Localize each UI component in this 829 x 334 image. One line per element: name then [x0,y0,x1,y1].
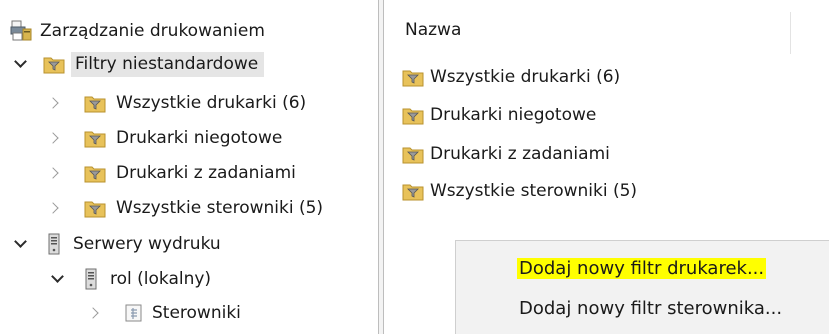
list-item[interactable]: Wszystkie sterowniki (5) [402,177,637,205]
tree-item-filter[interactable]: Wszystkie sterowniki (5) [48,193,323,223]
drivers-icon [124,302,144,324]
tree-item-label: Serwery wydruku [73,234,221,254]
chevron-down-icon[interactable] [50,271,66,287]
list-item[interactable]: Drukarki z zadaniami [402,140,610,168]
filter-folder-icon [402,180,424,202]
tree-item-custom-filters[interactable]: Filtry niestandardowe [13,49,265,79]
tree-item-local-server[interactable]: rol (lokalny) [50,264,211,294]
list-item-label: Wszystkie drukarki (6) [430,67,621,87]
list-item-label: Drukarki z zadaniami [430,144,610,164]
chevron-down-icon[interactable] [13,56,29,72]
menu-item-add-printer-filter[interactable]: Dodaj nowy filtr drukarek... [517,258,767,279]
menu-item-label: Dodaj nowy filtr drukarek... [517,258,767,279]
chevron-right-icon[interactable] [48,95,64,111]
column-header-name[interactable]: Nazwa [405,20,791,48]
tree-item-label: Zarządzanie drukowaniem [40,21,265,41]
tree-item-drivers[interactable]: Sterowniki [88,298,241,328]
list-item-label: Wszystkie sterowniki (5) [430,181,638,201]
pane-splitter[interactable] [378,0,384,334]
tree-item-filter[interactable]: Drukarki z zadaniami [48,158,296,188]
server-icon [84,268,98,290]
tree-item-filter[interactable]: Drukarki niegotowe [48,123,282,153]
tree-item-label: Drukarki z zadaniami [116,163,296,183]
filter-folder-icon [84,162,106,184]
tree-item-print-management[interactable]: Zarządzanie drukowaniem [10,16,265,46]
tree-item-label: Drukarki niegotowe [116,128,283,148]
server-icon [47,233,61,255]
tree-item-label: Wszystkie drukarki (6) [116,93,307,113]
tree-item-label: Wszystkie sterowniki (5) [116,198,324,218]
chevron-down-icon[interactable] [13,236,29,252]
print-management-icon [10,20,32,42]
column-header-label: Nazwa [405,20,462,40]
menu-item-label: Dodaj nowy filtr sterownika... [519,298,783,319]
list-item-label: Drukarki niegotowe [430,105,597,125]
filter-folder-icon [84,197,106,219]
chevron-right-icon[interactable] [48,200,64,216]
tree-item-label: rol (lokalny) [110,269,212,289]
filter-folder-icon [402,143,424,165]
tree-item-filter[interactable]: Wszystkie drukarki (6) [48,88,306,118]
tree-item-label: Sterowniki [152,303,241,323]
filter-folder-icon [84,127,106,149]
column-separator[interactable] [790,12,791,54]
list-item[interactable]: Drukarki niegotowe [402,101,596,129]
menu-item-add-driver-filter[interactable]: Dodaj nowy filtr sterownika... [519,298,782,319]
chevron-right-icon[interactable] [88,305,104,321]
filter-folder-icon [43,53,65,75]
chevron-right-icon[interactable] [48,130,64,146]
filter-folder-icon [402,66,424,88]
context-menu: Dodaj nowy filtr drukarek... Dodaj nowy … [455,240,829,334]
list-item[interactable]: Wszystkie drukarki (6) [402,63,620,91]
navigation-tree: Zarządzanie drukowaniem Filtry niestanda… [0,0,378,334]
filter-folder-icon [84,92,106,114]
chevron-right-icon[interactable] [48,165,64,181]
tree-item-print-servers[interactable]: Serwery wydruku [13,229,221,259]
tree-item-label: Filtry niestandardowe [71,51,265,77]
filter-folder-icon [402,104,424,126]
